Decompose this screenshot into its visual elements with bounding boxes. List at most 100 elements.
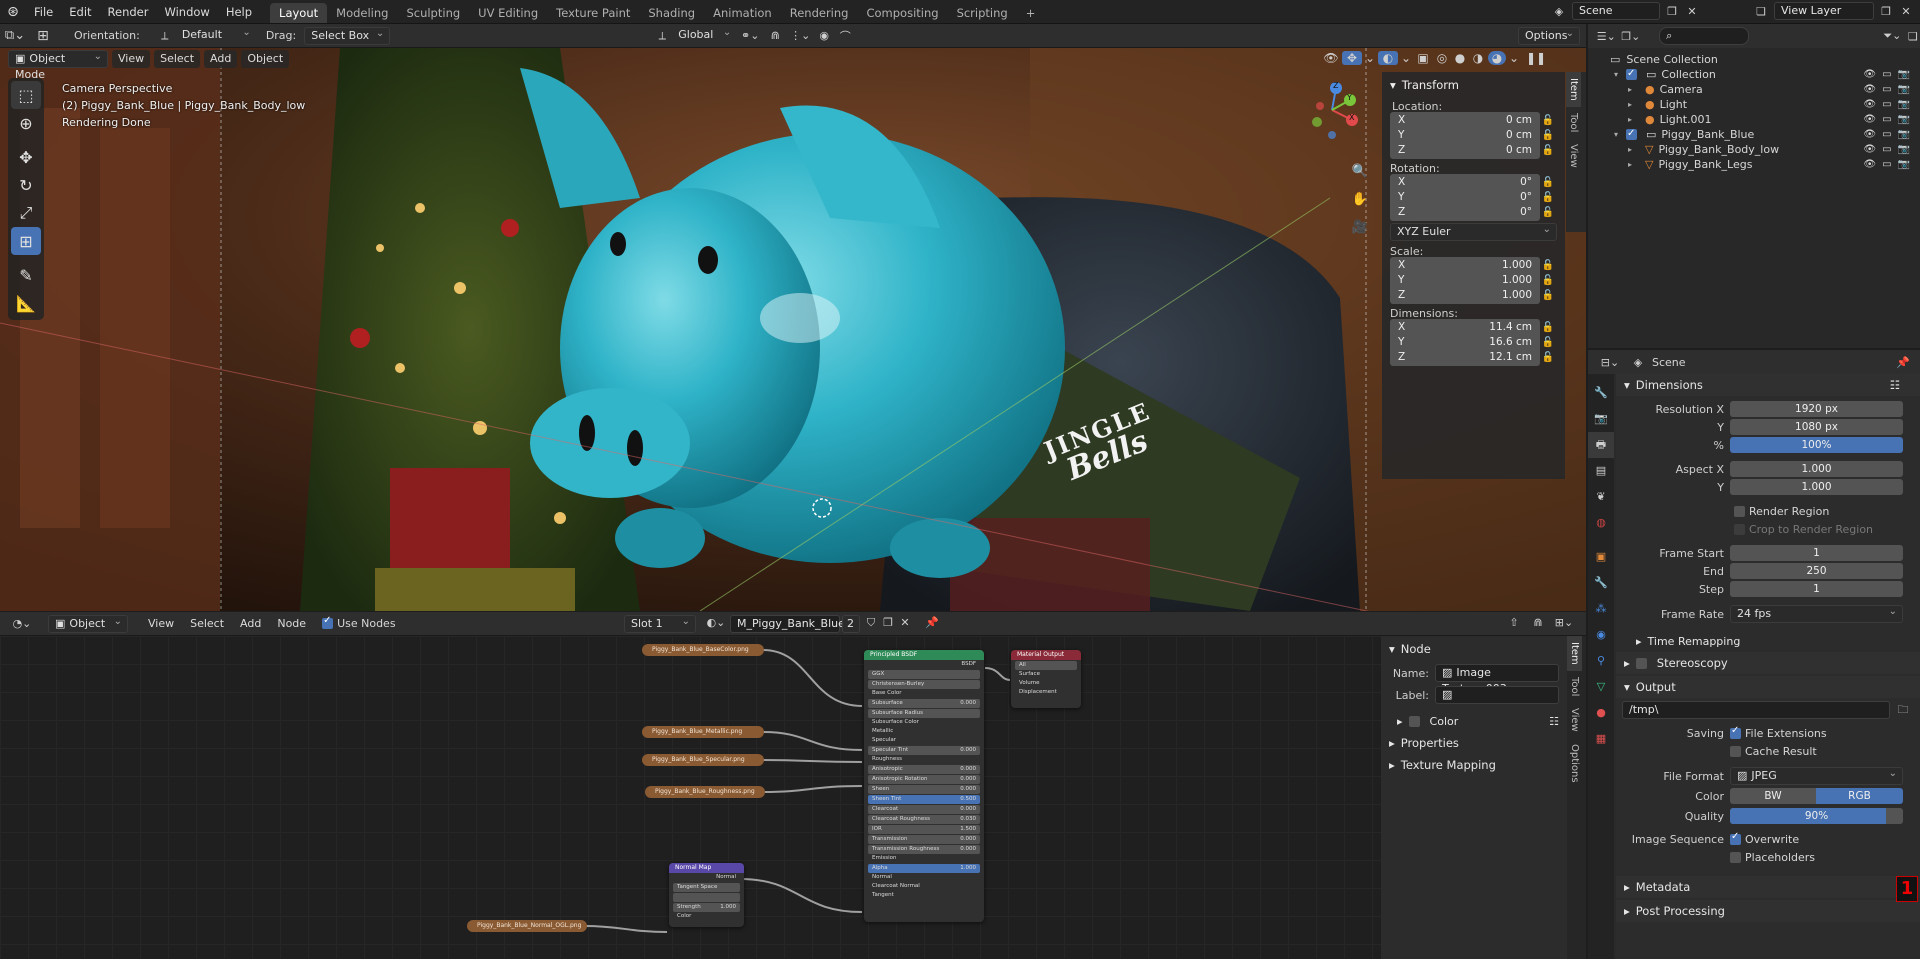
lock-icon[interactable]: 🔓 [1540,115,1556,126]
xray-icon[interactable]: ▣ [1414,51,1432,65]
time-remapping-section[interactable]: ▸ Time Remapping [1616,630,1920,652]
res-y-field[interactable]: 1080 px [1730,419,1903,435]
node-normal-map[interactable]: Normal Map Normal Tangent Space Strength… [669,863,744,927]
frame-end-field[interactable]: 250 [1730,563,1903,579]
snap-icon[interactable]: ⋒ [764,29,786,42]
eye-icon[interactable]: 👁 [1863,97,1876,112]
normal-uv-field[interactable] [673,893,740,902]
render-disable-icon[interactable]: 📷 [1898,67,1910,82]
node-principled-bsdf[interactable]: Principled BSDF BSDF GGX Christensen-Bur… [864,650,984,922]
eye-icon[interactable]: 👁 [1863,127,1876,142]
world-tab-icon[interactable]: ◍ [1588,510,1614,536]
wireframe-shading-icon[interactable]: ◎ [1434,51,1450,65]
node-menu-view[interactable]: View [142,615,180,633]
bsdf-input-row[interactable]: Specular Tint 0.000 [868,746,980,755]
lock-icon[interactable]: 🔓 [1540,322,1556,333]
snap-target-icon[interactable]: ⋮⌄ [786,29,814,42]
pivot-point-icon[interactable]: ⚭⌄ [736,29,764,42]
overlay-dropdown-icon[interactable]: ⌄ [1400,51,1412,65]
blender-logo-icon[interactable]: ⊛ [0,4,26,20]
bsdf-input-row[interactable]: Subsurface Radius [868,709,980,718]
distribution-dropdown[interactable]: GGX [868,670,980,679]
material-tab-icon[interactable]: ● [1588,700,1614,726]
aspect-x-field[interactable]: 1.000 [1730,461,1903,477]
aspect-y-field[interactable]: 1.000 [1730,479,1903,495]
tool-tab-icon[interactable]: 🔧 [1588,380,1614,406]
bsdf-input-row[interactable]: Roughness [868,755,980,764]
tab-scripting[interactable]: Scripting [948,3,1017,23]
menu-view[interactable]: View [112,50,151,68]
node-label-input[interactable]: ▨ [1435,686,1559,704]
select-tool-icon[interactable]: ⬚ [11,81,41,109]
output-path-input[interactable]: /tmp\ [1622,701,1890,719]
lock-icon[interactable]: 🔓 [1540,177,1556,188]
tab-compositing[interactable]: Compositing [857,3,947,23]
expand-arrow-icon[interactable]: ▸ [1628,82,1640,97]
bsdf-input-row[interactable]: Specular [868,736,980,745]
snap-node-icon[interactable]: ⋒ [1530,616,1546,629]
options-dropdown[interactable]: Options [1518,26,1580,45]
overwrite-checkbox[interactable] [1730,831,1741,845]
bsdf-input-row[interactable]: Alpha 1.000 [868,864,980,873]
pan-hand-icon[interactable]: ✋ [1350,186,1370,214]
copy-scene-icon[interactable]: ❐ [1664,5,1680,18]
frame-start-field[interactable]: 1 [1730,545,1903,561]
bsdf-input-row[interactable]: Anisotropic 0.000 [868,765,980,774]
output-section[interactable]: ▾ Output [1616,676,1920,698]
exclude-checkbox[interactable] [1626,66,1637,81]
list-icon[interactable]: ☷ [1890,378,1900,392]
node-roughness-texture[interactable]: Piggy_Bank_Blue_Roughness.png [645,786,765,798]
camera-view-icon[interactable]: 🎥 [1350,214,1370,242]
expand-arrow-icon[interactable]: ▸ [1628,112,1640,127]
crop-region-box[interactable] [1734,523,1745,535]
expand-arrow-icon[interactable]: ▸ [1628,157,1640,172]
lock-icon[interactable]: 🔓 [1540,145,1556,156]
object-tab-icon[interactable]: ▣ [1588,544,1614,570]
dimension-z-field[interactable]: Z 12.1 cm [1390,349,1540,366]
bsdf-input-row[interactable]: Subsurface Color [868,718,980,727]
file-format-dropdown[interactable]: ▨ JPEG [1730,766,1903,785]
res-x-field[interactable]: 1920 px [1730,401,1903,417]
modifier-tab-icon[interactable]: 🔧 [1588,570,1614,596]
node-tab-options[interactable]: Options [1567,738,1582,789]
eye-icon[interactable]: 👁 [1863,82,1876,97]
tab-layout[interactable]: Layout [270,2,328,23]
menu-help[interactable]: Help [218,0,260,24]
pause-render-icon[interactable]: ❚❚ [1526,51,1546,65]
render-tab-icon[interactable]: 📷 [1588,406,1614,432]
percent-slider[interactable]: 100% [1730,437,1903,453]
menu-add[interactable]: Add [204,50,238,68]
expand-arrow-icon[interactable]: ▾ [1614,127,1626,142]
bsdf-input-row[interactable]: Transmission Roughness 0.000 [868,845,980,854]
npanel-tab-tool[interactable]: Tool [1566,107,1581,138]
material-shading-icon[interactable]: ◑ [1470,51,1486,65]
lock-icon[interactable]: 🔓 [1540,275,1556,286]
frame-step-field[interactable]: 1 [1730,581,1903,597]
physics-tab-icon[interactable]: ◉ [1588,622,1614,648]
material-name-field[interactable]: M_Piggy_Bank_Blue [730,615,845,633]
drag-dropdown[interactable]: Select Box [304,26,391,45]
menu-object[interactable]: Object [241,50,290,68]
properties-editor-icon[interactable]: ⊟⌄ [1596,356,1624,369]
falloff-icon[interactable]: ⌒ [834,28,856,44]
scale-tool-icon[interactable]: ⤢ [11,199,41,227]
eye-icon[interactable]: 👁 [1863,112,1876,127]
stereoscopy-section[interactable]: ▸ Stereoscopy [1616,652,1920,674]
orientation-dropdown[interactable]: Default [176,25,256,45]
rotate-tool-icon[interactable]: ↻ [11,171,41,199]
copy-material-icon[interactable]: ❐ [880,616,896,629]
render-disable-icon[interactable]: 📷 [1898,112,1910,127]
lock-icon[interactable]: 🔓 [1540,130,1556,141]
editor-type-icon[interactable]: ⧉⌄ [0,28,30,43]
tab-shading[interactable]: Shading [639,3,704,23]
metadata-section[interactable]: ▸ Metadata [1616,876,1920,898]
bsdf-input-row[interactable]: Normal [868,873,980,882]
visibility-icon[interactable]: 👁 [1322,51,1340,65]
node-menu-select[interactable]: Select [184,615,230,633]
render-disable-icon[interactable]: 📷 [1898,97,1910,112]
add-workspace-button[interactable]: + [1017,3,1045,23]
expand-arrow-icon[interactable]: ▾ [1614,67,1626,82]
3d-viewport[interactable]: Jingle Bells Camera Perspective (2) Pigg… [0,48,1586,611]
tab-uv-editing[interactable]: UV Editing [469,3,547,23]
node-color-checkbox[interactable] [1408,715,1420,727]
